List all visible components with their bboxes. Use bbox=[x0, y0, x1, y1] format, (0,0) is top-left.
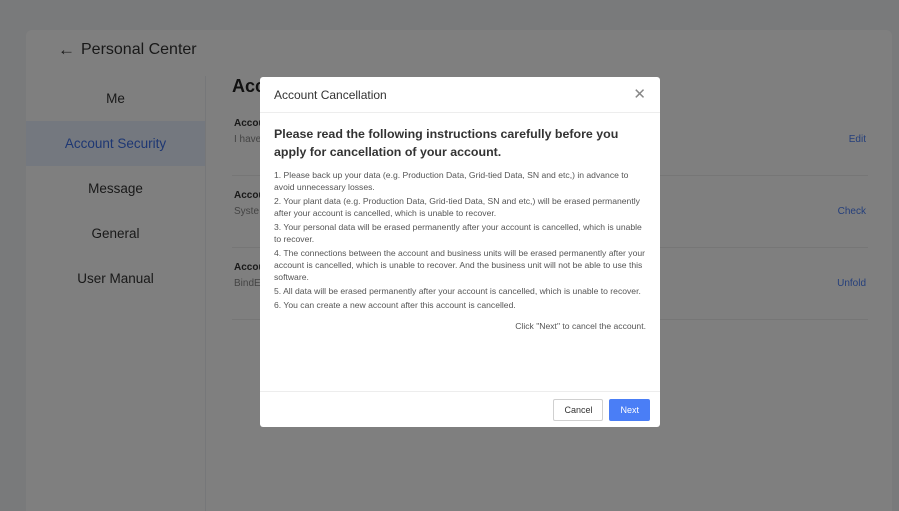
instruction-item: 1. Please back up your data (e.g. Produc… bbox=[274, 170, 629, 192]
dialog-lead: Please read the following instructions c… bbox=[274, 127, 619, 159]
cancel-button[interactable]: Cancel bbox=[553, 398, 604, 421]
instruction-item: 3. Your personal data will be erased per… bbox=[274, 222, 642, 244]
instruction-item: 6. You can create a new account after th… bbox=[274, 300, 516, 310]
dialog-body: Please read the following instructions c… bbox=[260, 113, 660, 331]
instruction-item: 5. All data will be erased permanently a… bbox=[274, 286, 641, 296]
instruction-item: 2. Your plant data (e.g. Production Data… bbox=[274, 196, 640, 218]
dialog-hint: Click "Next" to cancel the account. bbox=[515, 321, 646, 331]
dialog-footer: Cancel Next bbox=[260, 391, 660, 427]
close-icon[interactable]: ✕ bbox=[633, 87, 646, 102]
dialog-header: Account Cancellation ✕ bbox=[260, 77, 660, 113]
instruction-item: 4. The connections between the account a… bbox=[274, 248, 646, 282]
account-cancellation-dialog: Account Cancellation ✕ Please read the f… bbox=[260, 77, 660, 427]
dialog-title: Account Cancellation bbox=[274, 87, 387, 102]
next-button[interactable]: Next bbox=[609, 398, 650, 421]
